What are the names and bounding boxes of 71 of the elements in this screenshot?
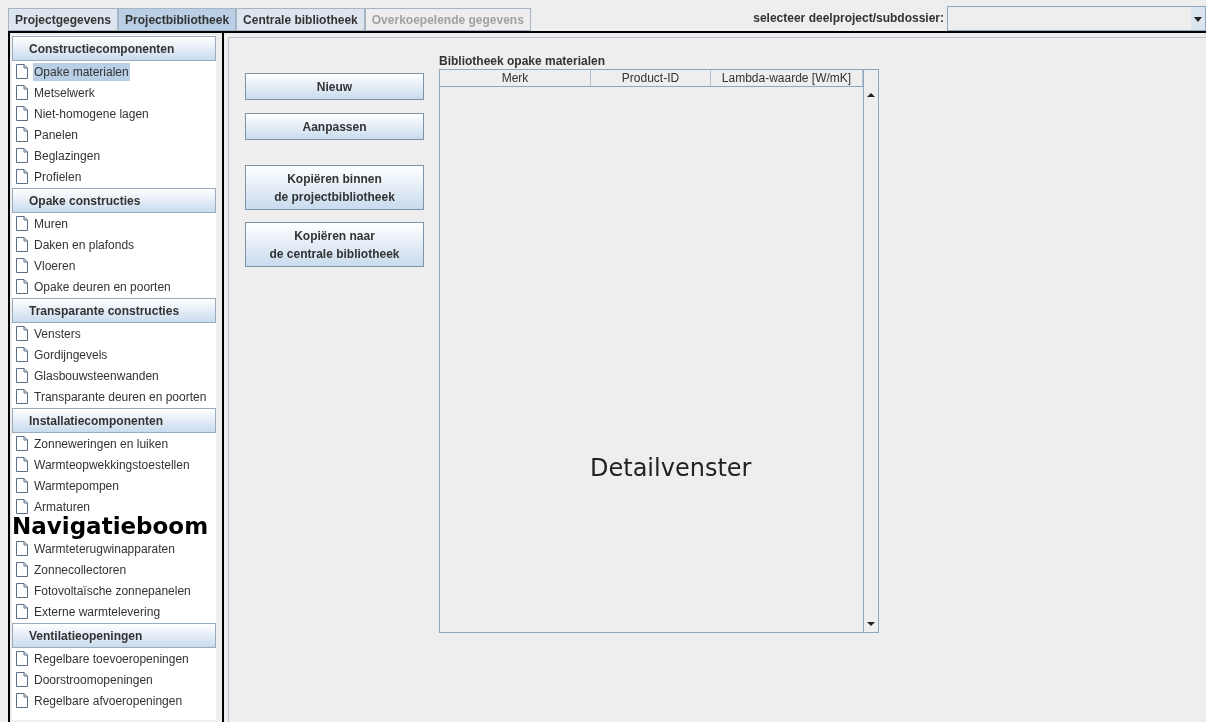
tab[interactable]: Projectgegevens: [8, 8, 119, 31]
tree-item[interactable]: Gordijngevels: [33, 345, 109, 364]
section-header[interactable]: Opake constructies: [12, 188, 216, 213]
annotation-label: Detailvenster: [590, 453, 752, 484]
tree-item[interactable]: Zonnecollectoren: [33, 560, 128, 579]
document-icon: [16, 693, 28, 708]
column-header[interactable]: Lambda-waarde [W/mK]: [711, 70, 863, 86]
document-icon: [16, 499, 28, 514]
document-icon: [16, 541, 28, 556]
tree-item[interactable]: Transparante deuren en poorten: [33, 387, 208, 406]
tree-item[interactable]: Panelen: [33, 125, 80, 144]
tree-item[interactable]: Warmteopwekkingstoestellen: [33, 455, 191, 474]
document-icon: [16, 436, 28, 451]
table-title: Bibliotheek opake materialen: [439, 53, 607, 69]
tree-item[interactable]: Vensters: [33, 324, 82, 343]
tree-item[interactable]: Profielen: [33, 167, 83, 186]
document-icon: [16, 389, 28, 404]
annotation-label: Navigatieboom: [12, 516, 209, 537]
action-button[interactable]: Aanpassen: [245, 113, 424, 140]
tab[interactable]: Centrale bibliotheek: [236, 8, 365, 31]
tree-item[interactable]: Opake materialen: [33, 62, 130, 81]
tree-item[interactable]: Externe warmtelevering: [33, 602, 162, 621]
tree-item[interactable]: Glasbouwsteenwanden: [33, 366, 160, 385]
tree-item[interactable]: Beglazingen: [33, 146, 102, 165]
column-header[interactable]: Product-ID: [591, 70, 711, 86]
action-button[interactable]: Kopiëren naar de centrale bibliotheek: [245, 222, 424, 267]
document-icon: [16, 326, 28, 341]
selector-label: selecteer deelproject/subdossier:: [753, 10, 944, 27]
tree-item[interactable]: Zonneweringen en luiken: [33, 434, 170, 453]
document-icon: [16, 279, 28, 294]
document-icon: [16, 127, 28, 142]
tree-item[interactable]: Doorstroomopeningen: [33, 670, 154, 689]
section-header[interactable]: Ventilatieopeningen: [12, 623, 216, 648]
document-icon: [16, 237, 28, 252]
section-header[interactable]: Constructiecomponenten: [12, 36, 216, 61]
document-icon: [16, 216, 28, 231]
tree-item[interactable]: Regelbare toevoeropeningen: [33, 649, 190, 668]
document-icon: [16, 347, 28, 362]
tree-item[interactable]: Armaturen: [33, 497, 92, 516]
tree-item[interactable]: Muren: [33, 214, 69, 233]
tab[interactable]: Projectbibliotheek: [118, 8, 237, 31]
tree-item[interactable]: Regelbare afvoeropeningen: [33, 691, 184, 710]
tree-item[interactable]: Niet-homogene lagen: [33, 104, 150, 123]
document-icon: [16, 169, 28, 184]
tree-item[interactable]: Fotovoltaïsche zonnepanelen: [33, 581, 192, 600]
document-icon: [16, 85, 28, 100]
tree-item[interactable]: Warmtepompen: [33, 476, 120, 495]
action-button[interactable]: Kopiëren binnen de projectbibliotheek: [245, 165, 424, 210]
document-icon: [16, 562, 28, 577]
document-icon: [16, 457, 28, 472]
section-header[interactable]: Transparante constructies: [12, 298, 216, 323]
tree-item[interactable]: Vloeren: [33, 256, 77, 275]
section-header[interactable]: Installatiecomponenten: [12, 408, 216, 433]
document-icon: [16, 604, 28, 619]
document-icon: [16, 64, 28, 79]
tree-item[interactable]: Opake deuren en poorten: [33, 277, 172, 296]
document-icon: [16, 106, 28, 121]
document-icon: [16, 368, 28, 383]
document-icon: [16, 148, 28, 163]
tree-item[interactable]: Warmteterugwinapparaten: [33, 539, 176, 558]
document-icon: [16, 583, 28, 598]
column-header[interactable]: Merk: [440, 70, 591, 86]
dropdown-caret-icon: [1191, 7, 1205, 30]
document-icon: [16, 651, 28, 666]
action-button[interactable]: Nieuw: [245, 73, 424, 100]
scrollbar[interactable]: [863, 70, 878, 632]
document-icon: [16, 258, 28, 273]
document-icon: [16, 672, 28, 687]
tree-item[interactable]: Metselwerk: [33, 83, 96, 102]
document-icon: [16, 478, 28, 493]
tree-item[interactable]: Daken en plafonds: [33, 235, 136, 254]
